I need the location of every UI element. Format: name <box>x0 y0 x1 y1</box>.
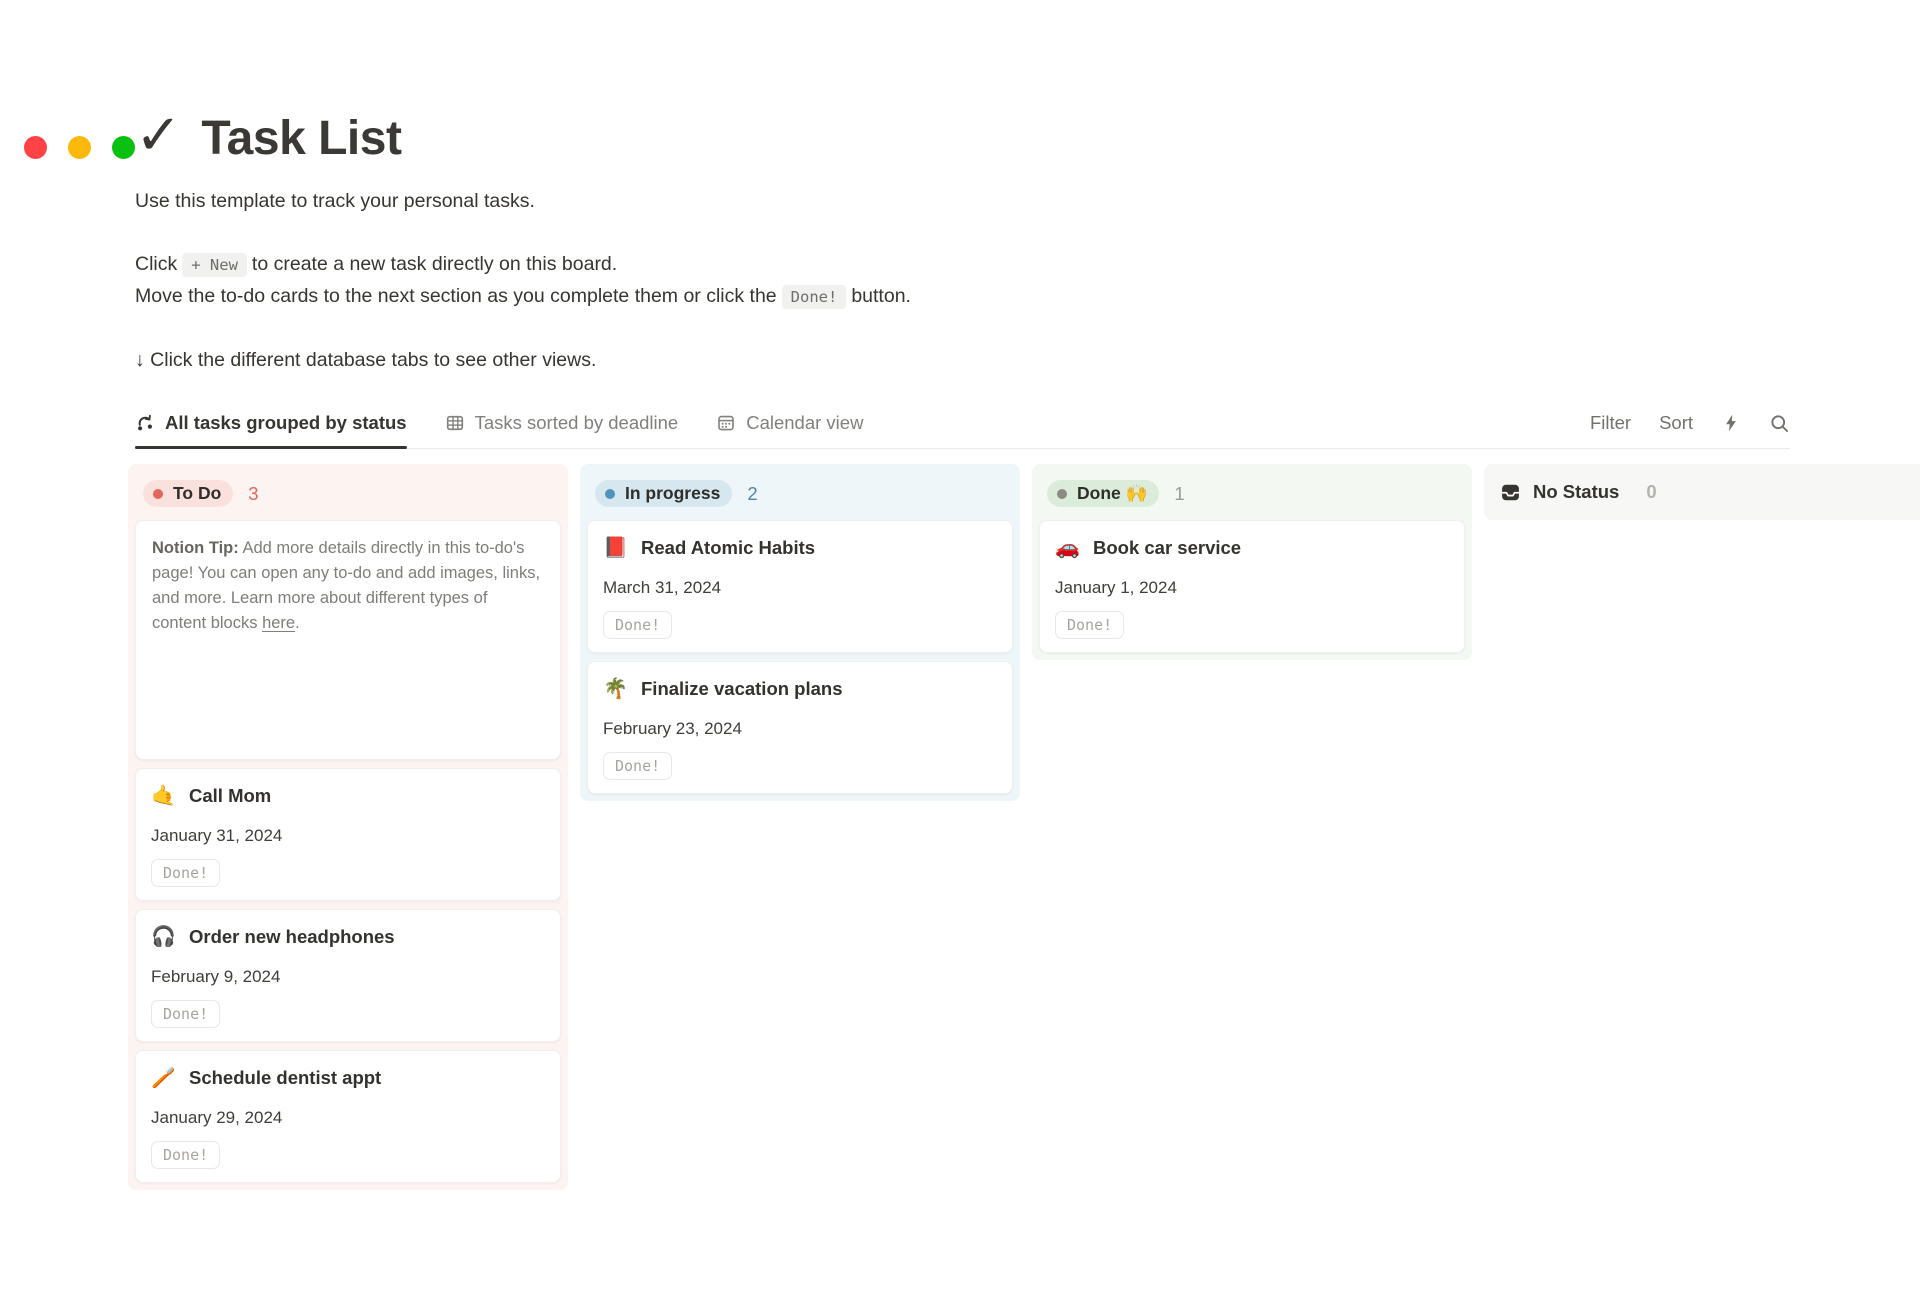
instructions: Click+ Newto create a new task directly … <box>135 249 1565 313</box>
task-date: January 1, 2024 <box>1055 578 1449 598</box>
task-card[interactable]: 🎧 Order new headphones February 9, 2024 … <box>135 909 561 1042</box>
task-title: 🌴 Finalize vacation plans <box>603 675 997 700</box>
minimize-button[interactable] <box>68 136 91 159</box>
here-link[interactable]: here <box>262 614 295 632</box>
task-title: 🎧 Order new headphones <box>151 923 545 948</box>
task-card[interactable]: 🌴 Finalize vacation plans February 23, 2… <box>587 661 1013 794</box>
done-button[interactable]: Done! <box>151 1000 220 1028</box>
tab-all-tasks-grouped-by-status[interactable]: All tasks grouped by status <box>135 412 407 448</box>
task-card[interactable]: 🚗 Book car service January 1, 2024 Done! <box>1039 520 1465 653</box>
instruction-line-1: Click+ Newto create a new task directly … <box>135 249 1565 281</box>
column-todo: To Do 3 Notion Tip: Add more details dir… <box>128 464 568 1190</box>
status-dot-done <box>1057 489 1067 499</box>
task-title: 📕 Read Atomic Habits <box>603 534 997 559</box>
toolbar-actions: Filter Sort <box>1590 412 1790 448</box>
notion-tip-card: Notion Tip: Add more details directly in… <box>135 520 561 760</box>
status-cycle-icon <box>135 413 155 433</box>
window-controls <box>24 136 135 159</box>
view-tabs: All tasks grouped by status Tasks sorted… <box>135 412 863 448</box>
lightning-icon[interactable] <box>1721 413 1741 433</box>
zoom-button[interactable] <box>112 136 135 159</box>
checkmark-icon: ✓ <box>135 107 181 163</box>
column-todo-header: To Do 3 <box>135 471 561 520</box>
task-date: February 23, 2024 <box>603 719 997 739</box>
palm-tree-emoji: 🌴 <box>603 679 628 699</box>
task-card[interactable]: 📕 Read Atomic Habits March 31, 2024 Done… <box>587 520 1013 653</box>
status-dot-todo <box>153 489 163 499</box>
tip-text: Notion Tip: Add more details directly in… <box>152 536 544 636</box>
status-pill-todo[interactable]: To Do <box>143 480 233 507</box>
column-done-header: Done 🙌 1 <box>1039 471 1465 520</box>
task-title: 🪥 Schedule dentist appt <box>151 1064 545 1089</box>
sort-button[interactable]: Sort <box>1659 412 1693 434</box>
task-date: January 31, 2024 <box>151 826 545 846</box>
search-icon[interactable] <box>1769 413 1790 434</box>
toothbrush-emoji: 🪥 <box>151 1068 176 1088</box>
task-date: March 31, 2024 <box>603 578 997 598</box>
done-button[interactable]: Done! <box>151 859 220 887</box>
task-card[interactable]: 🤙 Call Mom January 31, 2024 Done! <box>135 768 561 901</box>
status-dot-in-progress <box>605 489 615 499</box>
calendar-icon <box>716 413 736 433</box>
instruction-line-2: Move the to-do cards to the next section… <box>135 281 1565 313</box>
page-header: ✓ Task List Use this template to track y… <box>135 110 1565 372</box>
done-button[interactable]: Done! <box>1055 611 1124 639</box>
column-no-status: No Status 0 <box>1484 464 1920 520</box>
filter-button[interactable]: Filter <box>1590 412 1631 434</box>
task-date: February 9, 2024 <box>151 967 545 987</box>
column-no-status-header[interactable]: No Status 0 <box>1491 471 1913 513</box>
page-subtitle: Use this template to track your personal… <box>135 190 1565 213</box>
column-in-progress-header: In progress 2 <box>587 471 1013 520</box>
column-count: 0 <box>1646 481 1656 503</box>
car-emoji: 🚗 <box>1055 538 1080 558</box>
kanban-board: To Do 3 Notion Tip: Add more details dir… <box>128 464 1920 1190</box>
task-title: 🚗 Book car service <box>1055 534 1449 559</box>
column-count: 3 <box>248 483 258 505</box>
task-title: 🤙 Call Mom <box>151 782 545 807</box>
database-toolbar: All tasks grouped by status Tasks sorted… <box>135 412 1790 449</box>
instruction-line-3: ↓ Click the different database tabs to s… <box>135 349 1565 372</box>
task-date: January 29, 2024 <box>151 1108 545 1128</box>
close-button[interactable] <box>24 136 47 159</box>
column-count: 2 <box>747 483 757 505</box>
done-chip: Done! <box>782 285 847 309</box>
page-title-text: Task List <box>201 111 401 166</box>
done-button[interactable]: Done! <box>603 752 672 780</box>
headphones-emoji: 🎧 <box>151 927 176 947</box>
tab-calendar-view[interactable]: Calendar view <box>716 412 863 448</box>
page-title: ✓ Task List <box>135 110 1565 166</box>
column-count: 1 <box>1174 483 1184 505</box>
red-book-emoji: 📕 <box>603 538 628 558</box>
status-pill-in-progress[interactable]: In progress <box>595 480 732 507</box>
done-button[interactable]: Done! <box>151 1141 220 1169</box>
column-in-progress: In progress 2 📕 Read Atomic Habits March… <box>580 464 1020 801</box>
new-chip: + New <box>182 253 247 277</box>
column-done: Done 🙌 1 🚗 Book car service January 1, 2… <box>1032 464 1472 660</box>
tab-tasks-sorted-by-deadline[interactable]: Tasks sorted by deadline <box>445 412 679 448</box>
done-button[interactable]: Done! <box>603 611 672 639</box>
status-pill-done[interactable]: Done 🙌 <box>1047 480 1159 507</box>
call-me-hand-emoji: 🤙 <box>151 786 176 806</box>
task-card[interactable]: 🪥 Schedule dentist appt January 29, 2024… <box>135 1050 561 1183</box>
table-icon <box>445 413 465 433</box>
inbox-icon <box>1500 482 1521 503</box>
